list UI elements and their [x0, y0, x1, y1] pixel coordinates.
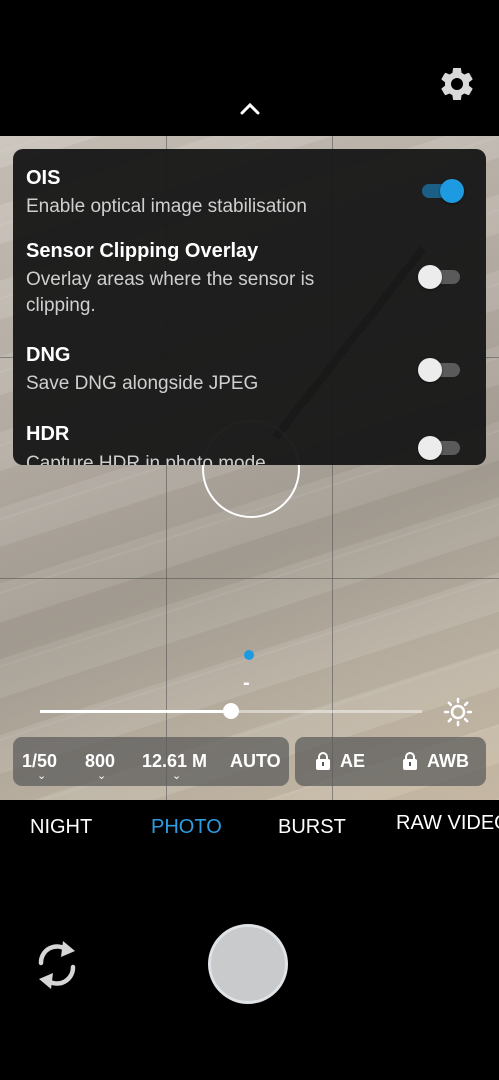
exposure-indicator: - — [243, 672, 250, 694]
sensor-clipping-toggle[interactable] — [418, 257, 462, 295]
hdr-toggle[interactable] — [418, 428, 462, 465]
lock-bar: AE AWB — [295, 737, 486, 786]
mode-photo[interactable]: PHOTO — [151, 816, 222, 839]
grid-line — [0, 578, 499, 579]
shutter-button[interactable] — [208, 924, 288, 1004]
top-bar — [0, 0, 499, 136]
dng-toggle[interactable] — [418, 350, 462, 388]
mode-night[interactable]: NIGHT — [30, 816, 92, 839]
exposure-slider[interactable] — [40, 703, 422, 719]
mode-selector: NIGHT PHOTO BURST RAW VIDEO — [0, 800, 499, 848]
setting-title: HDR — [26, 423, 70, 445]
chevron-up-icon[interactable] — [235, 96, 265, 122]
mode-burst[interactable]: BURST — [278, 816, 346, 839]
brightness-icon[interactable] — [443, 697, 473, 727]
switch-camera-icon[interactable] — [33, 935, 81, 995]
exposure-slider-fill — [40, 710, 231, 713]
lock-icon — [402, 752, 418, 770]
setting-description: Capture HDR in photo mode — [26, 453, 266, 465]
lock-icon — [315, 752, 331, 770]
awb-lock-button[interactable]: AWB — [427, 751, 469, 772]
ois-toggle[interactable] — [418, 171, 464, 209]
focus-point-indicator — [244, 650, 254, 660]
setting-title: DNG — [26, 344, 71, 366]
capture-mode-value[interactable]: AUTO — [230, 751, 281, 772]
quick-settings-panel: OIS Enable optical image stabilisation S… — [13, 149, 486, 465]
chevron-down-icon: ⌄ — [97, 770, 107, 782]
chevron-down-icon: ⌄ — [37, 770, 47, 782]
exposure-slider-thumb[interactable] — [223, 703, 239, 719]
gear-icon[interactable] — [437, 64, 477, 104]
setting-description: Enable optical image stabilisation — [26, 196, 307, 217]
setting-title: Sensor Clipping Overlay — [26, 240, 259, 262]
setting-title: OIS — [26, 167, 61, 189]
setting-description: Save DNG alongside JPEG — [26, 373, 259, 394]
capture-params-bar: 1/50 ⌄ 800 ⌄ 12.61 M ⌄ AUTO — [13, 737, 289, 786]
ae-lock-button[interactable]: AE — [340, 751, 365, 772]
setting-description: Overlay areas where the sensor is clippi… — [26, 269, 315, 316]
chevron-down-icon: ⌄ — [172, 770, 182, 782]
mode-raw-video[interactable]: RAW VIDEO — [396, 812, 499, 834]
